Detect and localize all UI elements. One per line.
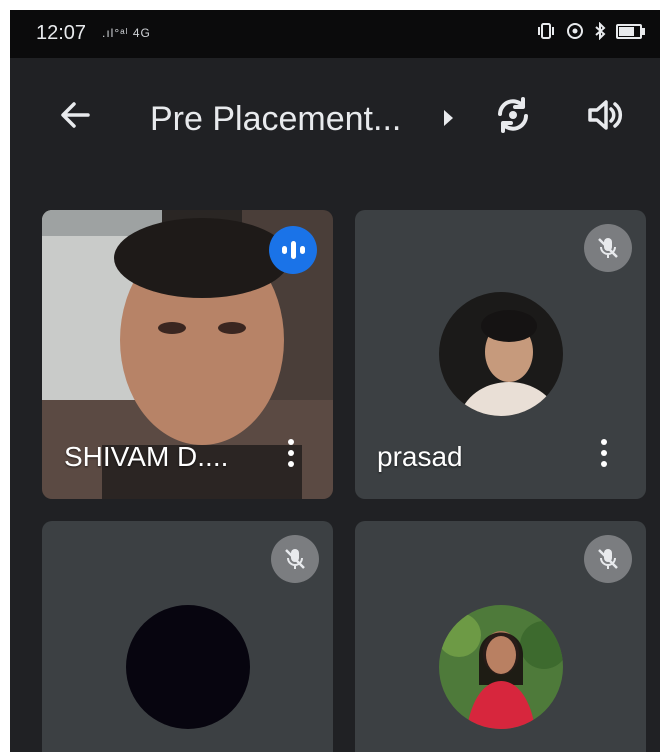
participant-tile-4[interactable] — [355, 521, 646, 752]
volume-icon — [588, 100, 623, 130]
status-bar: 12:07 .ıl°ᵃˡ 4G — [10, 10, 660, 58]
mic-off-icon — [584, 224, 632, 272]
battery-icon — [616, 23, 645, 39]
speaker-button[interactable] — [582, 92, 628, 138]
mic-off-icon — [271, 535, 319, 583]
speaking-indicator-icon — [269, 226, 317, 274]
location-icon — [567, 23, 583, 39]
switch-camera-button[interactable] — [490, 92, 536, 138]
app-bar: Pre Placement... — [10, 58, 660, 168]
participant-name: prasad — [377, 441, 463, 472]
caret-right-icon[interactable] — [444, 110, 453, 126]
participant-avatar — [439, 605, 563, 729]
camera-switch-icon — [498, 97, 528, 133]
signal-indicator: .ıl°ᵃˡ 4G — [102, 26, 151, 40]
participant-name: SHIVAM D.... — [64, 441, 229, 472]
participant-tile-1[interactable]: SHIVAM D.... — [42, 210, 333, 499]
participant-tile-2[interactable]: prasad — [355, 210, 646, 499]
participant-tile-3[interactable] — [42, 521, 333, 752]
participant-avatar — [126, 605, 250, 729]
more-options-button[interactable] — [285, 439, 297, 475]
mic-off-icon — [584, 535, 632, 583]
meet-screen: 12:07 .ıl°ᵃˡ 4G Pre Placement... SHIVAM … — [10, 10, 660, 752]
participant-avatar — [439, 292, 563, 416]
meeting-title[interactable]: Pre Placement... — [150, 100, 401, 139]
status-icons — [536, 22, 645, 40]
vibrate-icon — [538, 23, 554, 39]
arrow-left-icon — [61, 102, 90, 128]
more-options-button[interactable] — [598, 439, 610, 475]
back-button[interactable] — [52, 92, 98, 138]
bluetooth-icon — [595, 22, 606, 40]
status-time: 12:07 — [36, 22, 87, 44]
